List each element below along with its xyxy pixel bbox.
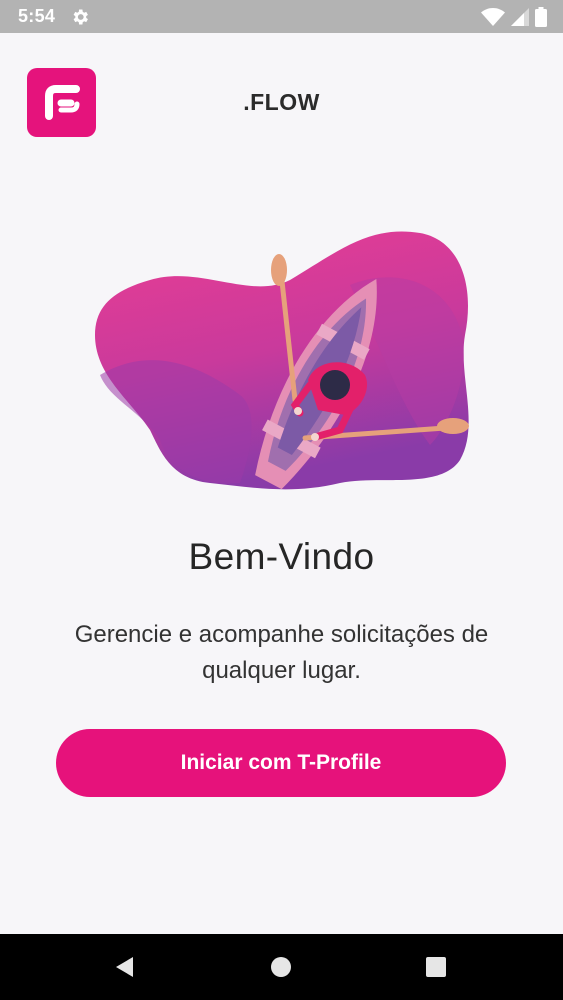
cell-signal-icon bbox=[511, 8, 529, 26]
back-button[interactable] bbox=[94, 934, 154, 1000]
welcome-title: Bem-Vindo bbox=[188, 536, 375, 577]
status-bar: 5:54 bbox=[0, 0, 563, 33]
app-title: .FLOW bbox=[243, 89, 320, 115]
recents-button[interactable] bbox=[406, 934, 466, 1000]
home-icon bbox=[271, 957, 291, 977]
battery-icon bbox=[535, 7, 547, 27]
status-time: 5:54 bbox=[18, 6, 56, 26]
home-button[interactable] bbox=[251, 934, 311, 1000]
welcome-subtitle: Gerencie e acompanhe solicitações de qua… bbox=[74, 621, 489, 684]
navigation-bar bbox=[0, 934, 563, 1000]
wifi-icon bbox=[481, 8, 505, 26]
rowing-boat-illustration bbox=[95, 231, 469, 490]
start-with-t-profile-button[interactable]: Iniciar com T-Profile bbox=[56, 729, 506, 797]
back-icon bbox=[116, 957, 133, 977]
status-icons bbox=[481, 6, 547, 28]
recents-icon bbox=[426, 957, 446, 977]
gear-icon bbox=[73, 9, 88, 25]
